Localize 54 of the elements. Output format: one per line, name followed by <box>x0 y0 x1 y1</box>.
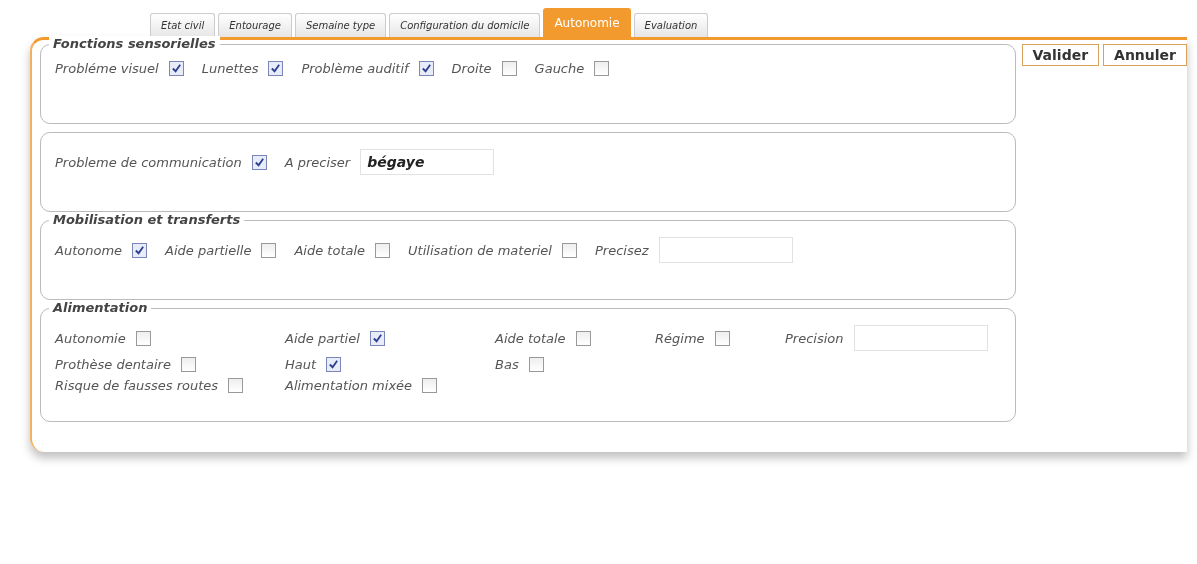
checkbox-label: Problème auditif <box>301 61 409 76</box>
checkbox[interactable] <box>251 154 267 170</box>
action-button[interactable]: Annuler <box>1103 44 1187 66</box>
tab[interactable]: Evaluation <box>633 13 709 37</box>
checkbox[interactable] <box>561 242 577 258</box>
action-button[interactable]: Valider <box>1021 44 1100 66</box>
tab[interactable]: Etat civil <box>150 13 216 37</box>
checkbox-label: Aide totale <box>495 330 566 346</box>
section-legend: Fonctions sensorielles <box>49 36 220 51</box>
input-field[interactable]: bégaye <box>360 149 495 175</box>
checkbox-label: Utilisation de materiel <box>408 242 552 258</box>
tab[interactable]: Semaine type <box>295 13 387 37</box>
checkbox-label: Aide partiel <box>285 330 360 346</box>
checkbox-label: Haut <box>285 357 317 372</box>
checkbox[interactable] <box>180 357 196 372</box>
checkbox-label: Prothèse dentaire <box>55 357 171 372</box>
checkbox[interactable] <box>528 357 544 372</box>
checkbox[interactable] <box>261 242 277 258</box>
checkbox[interactable] <box>575 330 591 346</box>
section-legend: Alimentation <box>49 300 152 315</box>
field-label: Precisez <box>594 242 649 258</box>
checkbox[interactable] <box>369 330 385 346</box>
input-field[interactable] <box>658 237 793 263</box>
checkbox[interactable] <box>168 61 184 76</box>
checkbox-label: Aide totale <box>294 242 366 258</box>
checkbox-label: Probleme de communication <box>55 154 242 170</box>
field-label: Precision <box>785 330 844 346</box>
checkbox[interactable] <box>375 242 391 258</box>
checkbox-label: Droite <box>451 61 492 76</box>
section-legend: Mobilisation et transferts <box>49 212 245 227</box>
checkbox[interactable] <box>228 378 244 393</box>
checkbox-label: Autonomie <box>55 330 126 346</box>
checkbox[interactable] <box>422 378 438 393</box>
checkbox-label: Bas <box>495 357 519 372</box>
tab[interactable]: Entourage <box>218 13 292 37</box>
checkbox[interactable] <box>326 357 342 372</box>
checkbox-label: Alimentation mixée <box>285 378 413 393</box>
checkbox[interactable] <box>501 61 517 76</box>
checkbox[interactable] <box>594 61 610 76</box>
checkbox-label: Lunettes <box>201 61 259 76</box>
checkbox-label: Régime <box>655 330 705 346</box>
checkbox-label: Risque de fausses routes <box>55 378 219 393</box>
checkbox[interactable] <box>418 61 434 76</box>
tab[interactable]: Configuration du domicile <box>389 13 541 37</box>
checkbox[interactable] <box>714 330 730 346</box>
checkbox[interactable] <box>268 61 284 76</box>
checkbox-label: Aide partielle <box>165 242 252 258</box>
checkbox[interactable] <box>135 330 151 346</box>
checkbox-label: Probléme visuel <box>55 61 159 76</box>
checkbox-label: Gauche <box>534 61 585 76</box>
field-label: A preciser <box>284 154 351 170</box>
checkbox-label: Autonome <box>55 242 123 258</box>
input-field[interactable] <box>853 325 988 351</box>
checkbox[interactable] <box>132 242 148 258</box>
